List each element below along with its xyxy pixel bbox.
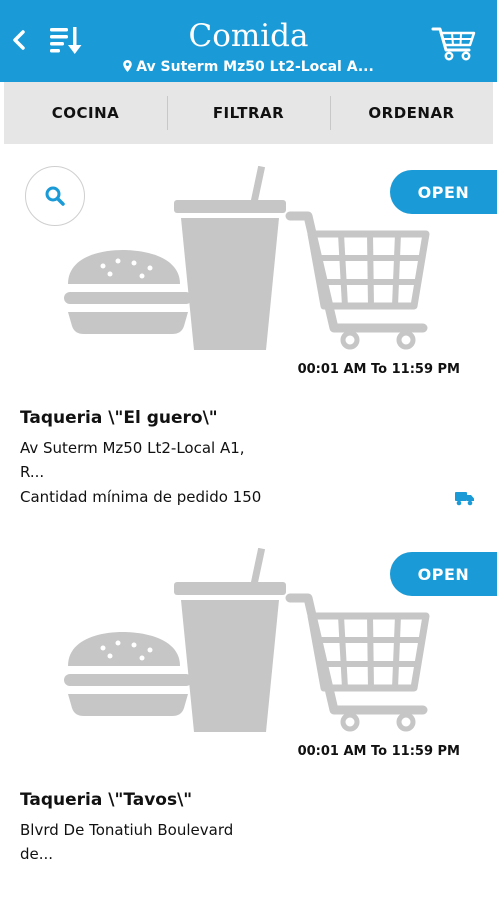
address-text: Av Suterm Mz50 Lt2-Local A... [136,59,374,75]
restaurant-address: Av Suterm Mz50 Lt2-Local A1, R... [20,436,340,484]
open-status-badge: OPEN [390,170,497,214]
menu-filtrar[interactable]: FILTRAR [167,82,330,144]
food-placeholder-image [64,548,430,732]
filter-menu-bar: COCINA FILTRAR ORDENAR [4,82,493,144]
truck-icon [455,492,474,506]
address-line-1: Av Suterm Mz50 Lt2-Local A1, [20,439,245,457]
food-placeholder-image [64,166,430,350]
delivery-address[interactable]: Av Suterm Mz50 Lt2-Local A... [96,57,401,77]
back-button[interactable] [4,22,34,58]
sort-button[interactable] [46,20,86,60]
opening-hours: 00:01 AM To 11:59 PM [297,362,460,377]
address-line-1: Blvrd De Tonatiuh Boulevard [20,821,234,839]
menu-cocina[interactable]: COCINA [4,82,167,144]
minimum-order: Cantidad mínima de pedido 150 [20,488,262,506]
open-status-badge: OPEN [390,552,497,596]
search-button[interactable] [25,166,85,226]
search-icon [45,186,65,206]
sort-list-icon [50,27,82,54]
page-title: Comida [188,18,309,54]
opening-hours: 00:01 AM To 11:59 PM [297,744,460,759]
cart-button[interactable] [428,20,480,66]
restaurant-name: Taqueria \"El guero\" [20,408,218,428]
address-line-2: de... [20,845,54,863]
app-header: Comida Av Suterm Mz50 Lt2-Local A... [0,0,497,82]
restaurant-name: Taqueria \"Tavos\" [20,790,193,810]
chevron-left-icon [13,30,25,50]
map-pin-icon [123,60,133,72]
shopping-cart-icon [431,27,476,61]
address-line-2: R... [20,463,45,481]
menu-ordenar[interactable]: ORDENAR [330,82,493,144]
restaurant-address: Blvrd De Tonatiuh Boulevard de... [20,818,340,866]
